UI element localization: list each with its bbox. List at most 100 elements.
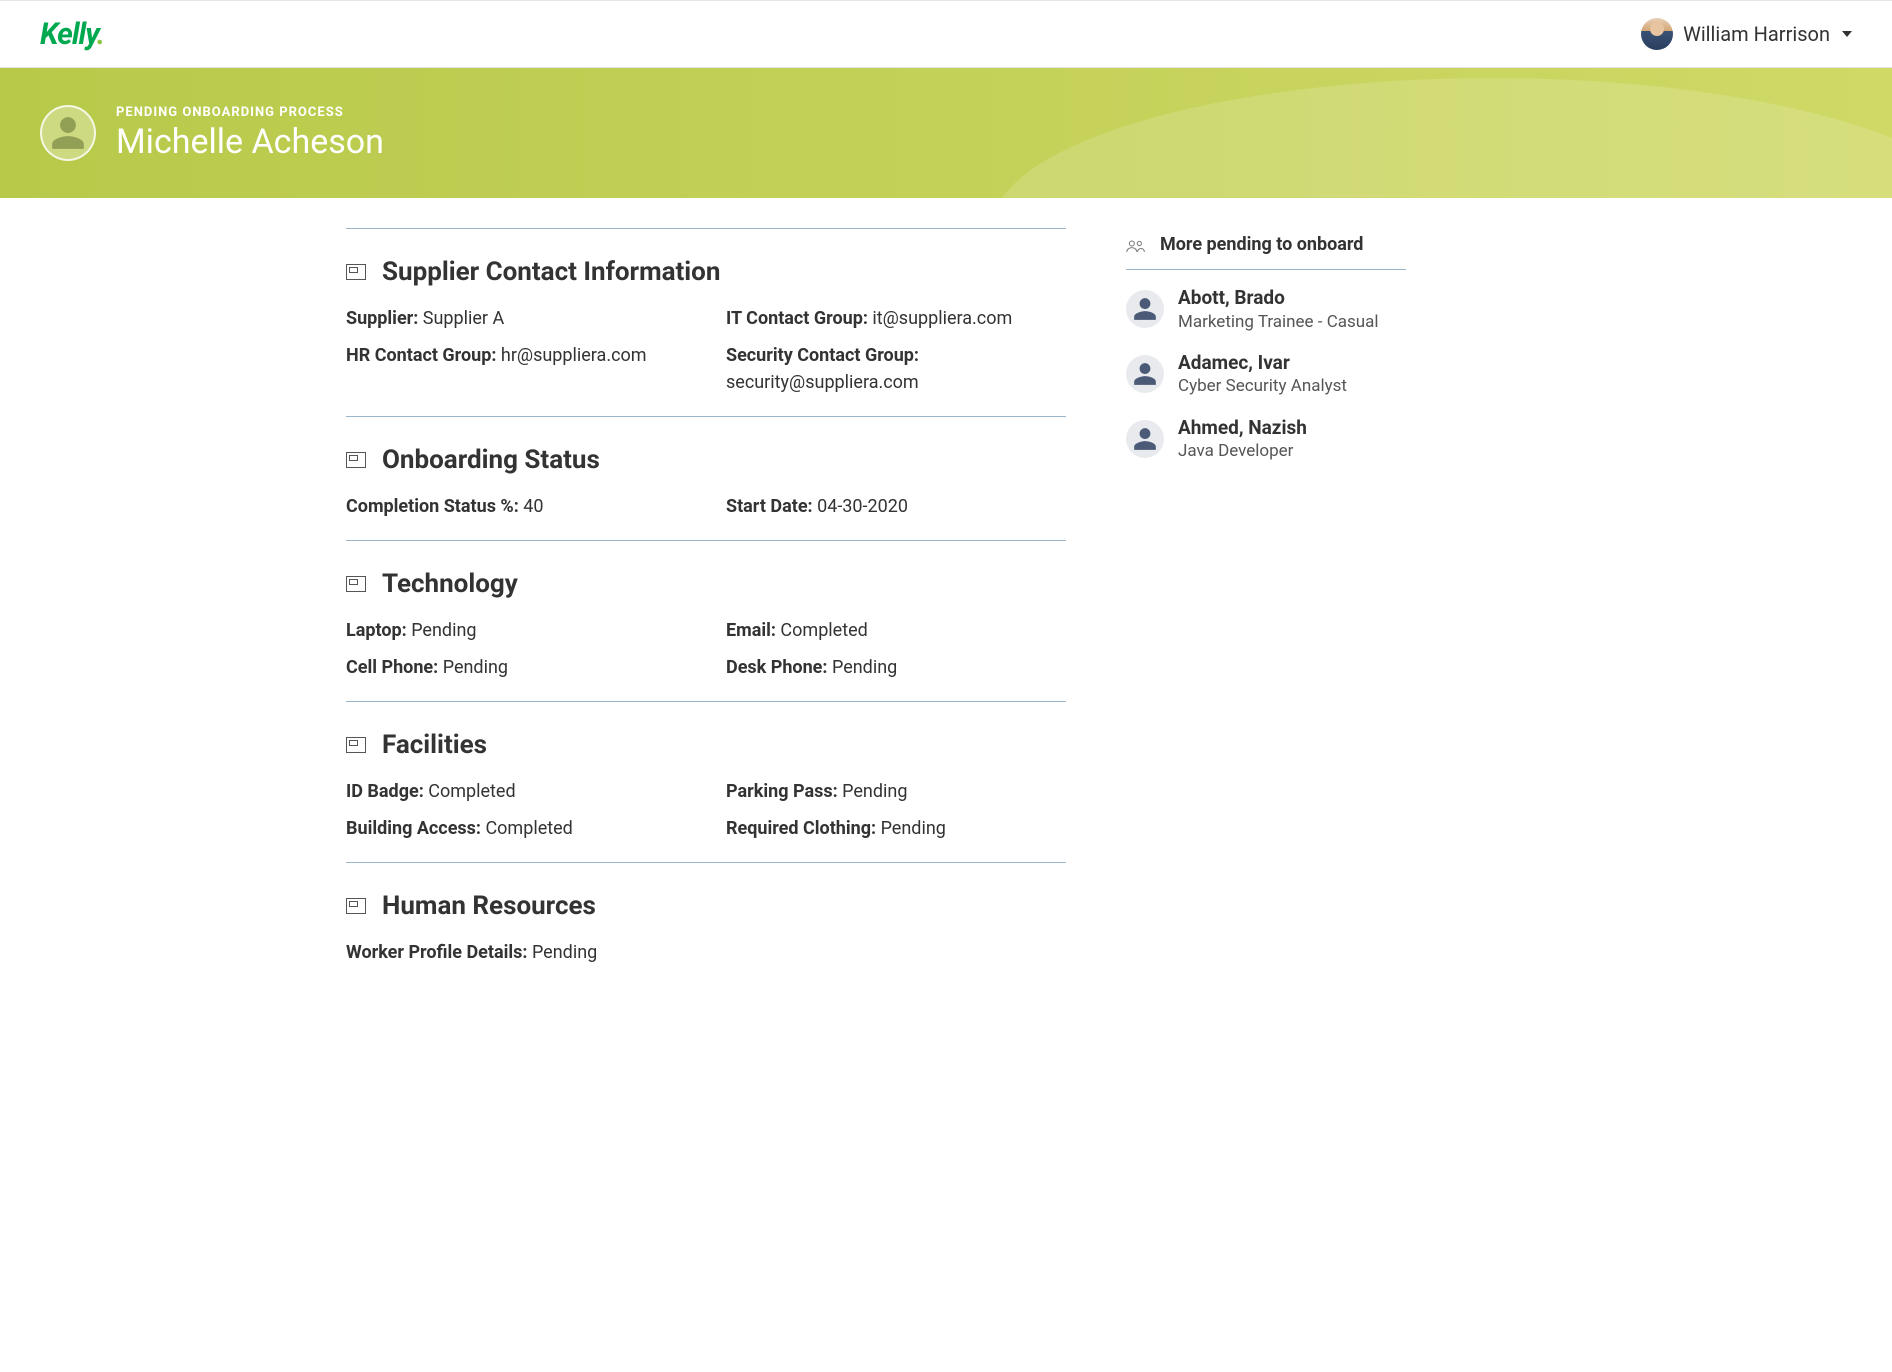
field-label: Supplier: [346, 308, 418, 329]
field-value: Pending [832, 657, 897, 678]
people-icon [1126, 238, 1146, 252]
pending-item-name: Abott, Brado [1178, 286, 1379, 311]
user-menu[interactable]: William Harrison [1641, 18, 1852, 50]
field-value: Pending [881, 818, 946, 839]
section-header: Human Resources [346, 891, 1066, 921]
field: Security Contact Group: security@supplie… [726, 342, 1066, 396]
section-title: Facilities [382, 730, 487, 760]
sidebar-title: More pending to onboard [1160, 234, 1363, 255]
sidebar: More pending to onboard Abott, BradoMark… [1126, 228, 1406, 986]
hero-eyebrow: PENDING ONBOARDING PROCESS [116, 105, 384, 120]
field-label: IT Contact Group: [726, 308, 868, 329]
field: Cell Phone: Pending [346, 654, 686, 681]
field-value: Pending [532, 942, 597, 963]
person-avatar-icon [40, 105, 96, 161]
top-bar: Kelly William Harrison [0, 0, 1892, 68]
card-icon [346, 452, 366, 468]
field-value: Completed [428, 781, 515, 802]
pending-onboard-item[interactable]: Abott, BradoMarketing Trainee - Casual [1126, 286, 1406, 333]
pending-item-text: Ahmed, NazishJava Developer [1178, 416, 1307, 463]
section: Onboarding Status Completion Status %: 40… [346, 416, 1066, 540]
section-title: Supplier Contact Information [382, 257, 720, 287]
field: Worker Profile Details: Pending [346, 939, 686, 966]
pending-onboard-item[interactable]: Ahmed, NazishJava Developer [1126, 416, 1406, 463]
card-icon [346, 576, 366, 592]
field: Desk Phone: Pending [726, 654, 1066, 681]
hero-person-name: Michelle Acheson [116, 122, 384, 162]
field-value: Pending [411, 620, 476, 641]
field-grid: Supplier: Supplier A IT Contact Group: it… [346, 305, 1066, 396]
pending-item-name: Adamec, Ivar [1178, 351, 1347, 376]
section-title: Technology [382, 569, 518, 599]
card-icon [346, 264, 366, 280]
field-grid: Worker Profile Details: Pending [346, 939, 1066, 966]
field-label: Required Clothing: [726, 818, 876, 839]
pending-item-role: Marketing Trainee - Casual [1178, 311, 1379, 333]
section-header: Onboarding Status [346, 445, 1066, 475]
section: Human Resources Worker Profile Details: P… [346, 862, 1066, 986]
field-grid: ID Badge: Completed Parking Pass: Pending… [346, 778, 1066, 842]
person-silhouette-icon [1126, 355, 1164, 393]
field: Completion Status %: 40 [346, 493, 686, 520]
field-value: Pending [842, 781, 907, 802]
chevron-down-icon [1842, 31, 1852, 37]
hero-banner: PENDING ONBOARDING PROCESS Michelle Ache… [0, 68, 1892, 198]
pending-item-role: Java Developer [1178, 440, 1307, 462]
person-silhouette-icon [1126, 420, 1164, 458]
person-silhouette-icon [1126, 290, 1164, 328]
section: Facilities ID Badge: Completed Parking Pas… [346, 701, 1066, 862]
field-label: Completion Status %: [346, 496, 519, 517]
field-value: it@suppliera.com [872, 308, 1012, 329]
field: HR Contact Group: hr@suppliera.com [346, 342, 686, 396]
card-icon [346, 737, 366, 753]
field-value: Pending [443, 657, 508, 678]
field-label: Start Date: [726, 496, 813, 517]
section: Supplier Contact Information Supplier: Su… [346, 228, 1066, 416]
card-icon [346, 898, 366, 914]
field-label: HR Contact Group: [346, 345, 496, 366]
pending-onboard-item[interactable]: Adamec, IvarCyber Security Analyst [1126, 351, 1406, 398]
field-value: 04-30-2020 [817, 496, 908, 517]
field: Required Clothing: Pending [726, 815, 1066, 842]
field-grid: Laptop: Pending Email: Completed Cell Phon… [346, 617, 1066, 681]
field-label: Laptop: [346, 620, 407, 641]
pending-item-role: Cyber Security Analyst [1178, 375, 1347, 397]
pending-item-text: Abott, BradoMarketing Trainee - Casual [1178, 286, 1379, 333]
field-value: Completed [780, 620, 867, 641]
field: Supplier: Supplier A [346, 305, 686, 332]
pending-item-text: Adamec, IvarCyber Security Analyst [1178, 351, 1347, 398]
section-title: Human Resources [382, 891, 596, 921]
field: Laptop: Pending [346, 617, 686, 644]
user-avatar-icon [1641, 18, 1673, 50]
field-value: Completed [485, 818, 572, 839]
field: IT Contact Group: it@suppliera.com [726, 305, 1066, 332]
field-label: Security Contact Group: [726, 345, 919, 366]
section: Technology Laptop: Pending Email: Complete… [346, 540, 1066, 701]
field-label: Parking Pass: [726, 781, 838, 802]
main-content: Supplier Contact Information Supplier: Su… [346, 228, 1066, 986]
field-label: Building Access: [346, 818, 481, 839]
pending-item-name: Ahmed, Nazish [1178, 416, 1307, 441]
logo[interactable]: Kelly [40, 17, 104, 52]
field-label: Cell Phone: [346, 657, 438, 678]
field-value: security@suppliera.com [726, 372, 919, 393]
field-value: 40 [523, 496, 543, 517]
field-label: Desk Phone: [726, 657, 827, 678]
section-header: Supplier Contact Information [346, 257, 1066, 287]
field-label: ID Badge: [346, 781, 424, 802]
field-grid: Completion Status %: 40 Start Date: 04-30… [346, 493, 1066, 520]
section-header: Facilities [346, 730, 1066, 760]
section-title: Onboarding Status [382, 445, 600, 475]
field: Parking Pass: Pending [726, 778, 1066, 805]
field-label: Email: [726, 620, 776, 641]
sidebar-header: More pending to onboard [1126, 228, 1406, 270]
field-value: hr@suppliera.com [501, 345, 647, 366]
pending-list: Abott, BradoMarketing Trainee - Casual Ad… [1126, 286, 1406, 462]
user-name-label: William Harrison [1683, 22, 1830, 46]
field-value: Supplier A [423, 308, 504, 329]
field: ID Badge: Completed [346, 778, 686, 805]
field: Start Date: 04-30-2020 [726, 493, 1066, 520]
field: Email: Completed [726, 617, 1066, 644]
field-label: Worker Profile Details: [346, 942, 527, 963]
field: Building Access: Completed [346, 815, 686, 842]
